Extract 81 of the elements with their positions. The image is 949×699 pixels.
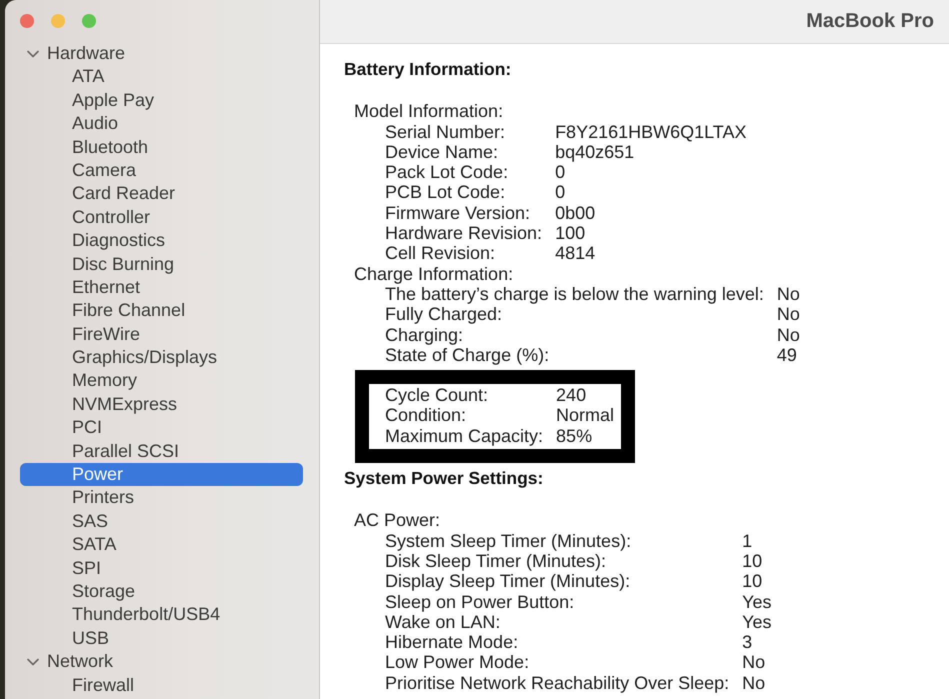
info-value: 10 [742,571,764,592]
info-label: Disk Sleep Timer (Minutes): [385,550,606,572]
info-value: Yes [742,612,772,632]
sidebar-item[interactable]: Printers [20,486,303,510]
sidebar-item[interactable]: NVMExpress [20,392,303,416]
info-value: No [776,284,800,304]
info-value: 10 [742,550,764,572]
info-label: Serial Number: [385,122,506,142]
info-value: 49 [776,344,798,366]
info-value: No [742,672,766,694]
sidebar-group-header[interactable]: Hardware [5,42,126,66]
sidebar-item[interactable]: USB [20,626,303,650]
info-label: PCB Lot Code: [385,182,506,203]
info-value: 3 [742,632,754,652]
sidebar-item[interactable]: SAS [20,510,303,534]
info-label: Pack Lot Code: [385,162,510,182]
info-value: 1 [742,530,754,551]
info-label: System Sleep Timer (Minutes): [385,530,632,551]
sidebar-item[interactable]: Disc Burning [20,252,303,276]
window-close-button[interactable] [20,14,34,28]
info-label: Wake on LAN: [385,612,502,632]
info-label: Device Name: [385,142,500,162]
info-label: Firmware Version: [385,202,532,224]
sidebar-item[interactable]: Ethernet [20,276,303,300]
sidebar-item[interactable]: Graphics/Displays [20,346,303,370]
info-value: 0 [555,182,566,203]
sidebar-item[interactable]: PCI [20,416,303,440]
info-label: Cycle Count: [385,385,490,406]
info-value: F8Y2161HBW6Q1LTAX [555,122,746,142]
info-label: Maximum Capacity: [385,426,544,446]
info-value: 85% [556,426,594,446]
window-minimize-button[interactable] [51,14,65,28]
info-value: 100 [555,223,586,244]
info-value: bq40z651 [555,142,636,162]
group-heading: Model Information: [354,101,504,122]
sidebar-item[interactable]: Controller [20,206,303,230]
info-label: State of Charge (%): [385,344,550,366]
info-value: 0b00 [555,202,596,224]
sidebar-item[interactable]: Parallel SCSI [20,440,303,464]
sidebar-item[interactable]: Camera [20,158,303,182]
sidebar-item[interactable]: Diagnostics [20,229,303,253]
info-label: Cell Revision: [385,243,496,264]
info-value: 0 [555,162,566,182]
info-label: Hardware Revision: [385,223,542,244]
sidebar-group-header[interactable]: Network [5,650,114,674]
info-value: No [776,304,800,325]
info-value: No [742,652,766,673]
sidebar-item[interactable]: Apple Pay [20,88,303,112]
sidebar-item[interactable]: Thunderbolt/USB4 [20,603,303,627]
info-value: 4814 [555,243,596,264]
section-heading: Battery Information: [344,59,512,80]
sidebar-item[interactable]: Storage [20,580,303,604]
window-zoom-button[interactable] [82,14,96,28]
sidebar-item[interactable]: Memory [20,369,303,393]
sidebar-item[interactable]: Power [20,463,303,486]
info-label: Fully Charged: [385,304,504,325]
info-value: Normal [556,405,614,426]
info-label: The battery’s charge is below the warning level: [385,284,764,304]
info-value: 240 [556,385,588,406]
info-label: Hibernate Mode: [385,632,520,652]
info-value: No [776,324,800,345]
window-title: MacBook Pro [806,10,934,33]
sidebar-item[interactable]: Audio [20,112,303,136]
info-value: Yes [742,592,772,612]
sidebar-item[interactable]: SATA [20,533,303,557]
info-label: Sleep on Power Button: [385,592,576,612]
sidebar-item[interactable]: Firewall [20,674,303,697]
section-heading: System Power Settings: [344,468,544,488]
info-label: Prioritise Network Reachability Over Sleep: [385,672,730,694]
info-label: Condition: [385,405,468,426]
sidebar-item[interactable]: ATA [20,65,303,89]
sidebar-item[interactable]: SPI [20,556,303,580]
group-heading: Charge Information: [354,264,514,284]
info-label: Display Sleep Timer (Minutes): [385,571,632,592]
sidebar-item[interactable]: Fibre Channel [20,299,303,323]
group-heading: AC Power: [354,510,442,531]
sidebar-item[interactable]: Card Reader [20,182,303,206]
info-label: Low Power Mode: [385,652,530,673]
info-label: Charging: [385,324,464,345]
sidebar-item[interactable]: FireWire [20,322,303,346]
sidebar-item[interactable]: Bluetooth [20,136,303,159]
